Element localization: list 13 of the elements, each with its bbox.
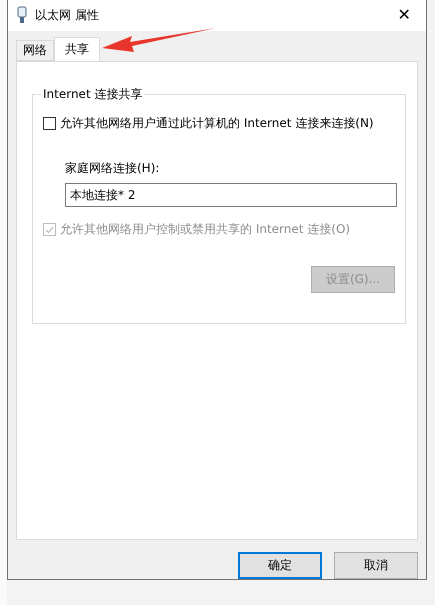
tab[interactable]: 网络 bbox=[16, 40, 54, 61]
tab[interactable]: 共享 bbox=[54, 37, 100, 61]
input-field[interactable]: 本地连接* 2 bbox=[65, 183, 397, 207]
window-title: 以太网 属性 bbox=[35, 6, 100, 24]
group-title: Internet 连接共享 bbox=[42, 86, 144, 103]
network-adapter-icon bbox=[17, 6, 27, 24]
field-label: 家庭网络连接(H): bbox=[65, 160, 160, 177]
dialog-button[interactable]: 取消 bbox=[334, 552, 418, 579]
checkmark-icon bbox=[45, 226, 54, 234]
checkbox[interactable] bbox=[43, 117, 56, 130]
checkbox-label[interactable]: 允许其他网络用户通过此计算机的 Internet 连接来连接(N) bbox=[60, 115, 374, 132]
dialog-button[interactable]: 确定 bbox=[238, 552, 322, 579]
close-button[interactable]: ✕ bbox=[382, 0, 426, 31]
